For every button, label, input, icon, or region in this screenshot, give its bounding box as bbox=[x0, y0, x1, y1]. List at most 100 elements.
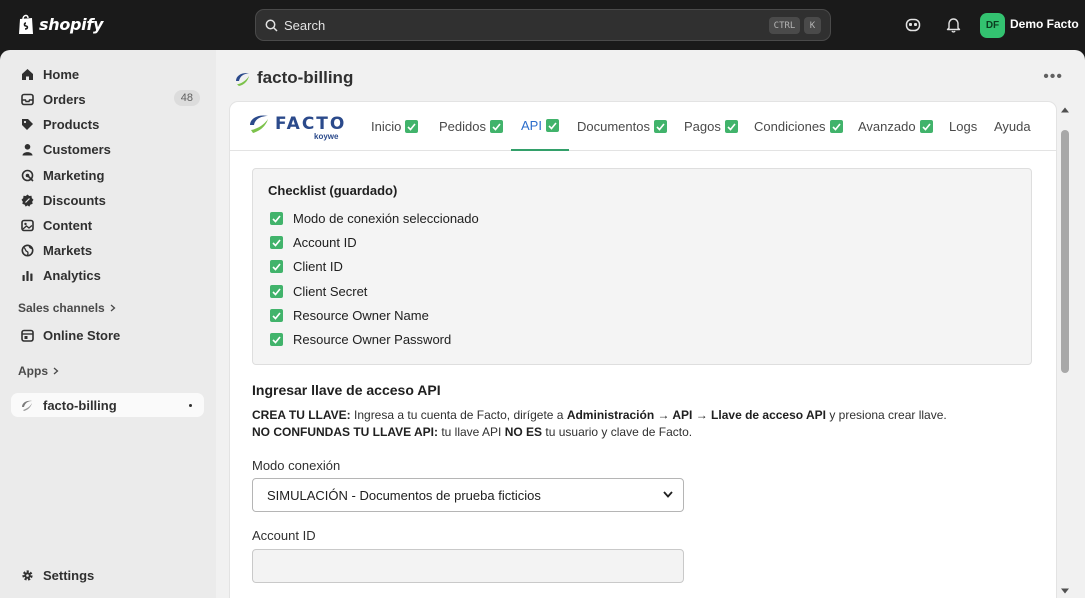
sidebar-item-label: Content bbox=[43, 217, 93, 233]
checkbox-checked-icon bbox=[270, 236, 283, 249]
sidebar-item-label: Home bbox=[43, 66, 80, 82]
koywe-wordmark: koywe bbox=[314, 132, 339, 141]
sidebar-item-facto-billing[interactable]: facto-billing bbox=[11, 393, 204, 417]
sidebar: Home Orders 48 Products Customers Market… bbox=[0, 50, 216, 598]
active-dot bbox=[189, 404, 192, 407]
checklist-item: Resource Owner Password bbox=[270, 332, 451, 347]
scroll-down-arrow-icon[interactable] bbox=[1061, 587, 1069, 595]
app-header: facto-billing bbox=[234, 68, 353, 88]
checkbox-checked-icon bbox=[489, 120, 503, 133]
sidebar-item-label: Customers bbox=[43, 141, 111, 157]
facto-app-icon bbox=[20, 398, 34, 412]
tab-condiciones[interactable]: Condiciones bbox=[754, 102, 843, 151]
tab-documentos[interactable]: Documentos bbox=[577, 102, 667, 151]
main-content: facto-billing ••• FACTO koywe Inicio Ped… bbox=[216, 50, 1085, 598]
more-actions-icon[interactable]: ••• bbox=[1043, 68, 1063, 86]
api-section-title: Ingresar llave de acceso API bbox=[252, 382, 441, 398]
api-instructions-line-2: NO CONFUNDAS TU LLAVE API: tu llave API … bbox=[252, 425, 693, 439]
facto-app-icon bbox=[236, 72, 249, 86]
orders-icon bbox=[20, 92, 34, 106]
apps-header[interactable]: Apps bbox=[18, 364, 59, 378]
tag-icon bbox=[20, 117, 34, 131]
checkbox-checked-icon bbox=[545, 119, 559, 132]
tab-ayuda[interactable]: Ayuda bbox=[994, 102, 1031, 151]
checklist-item: Resource Owner Name bbox=[270, 308, 429, 323]
tab-pagos[interactable]: Pagos bbox=[684, 102, 738, 151]
shortcut-ctrl-key: CTRL bbox=[769, 17, 800, 34]
sidebar-item-label: Analytics bbox=[43, 267, 101, 283]
store-name: Demo Facto bbox=[1010, 16, 1079, 31]
sidebar-item-marketing[interactable]: Marketing bbox=[11, 163, 204, 187]
tab-inicio[interactable]: Inicio bbox=[371, 102, 419, 151]
tab-logs[interactable]: Logs bbox=[949, 102, 977, 151]
shopify-bag-icon bbox=[19, 14, 33, 34]
connection-mode-select[interactable]: SIMULACIÓN - Documentos de prueba fictic… bbox=[252, 478, 684, 512]
avatar: DF bbox=[980, 13, 1005, 38]
shopify-wordmark: shopify bbox=[39, 14, 104, 34]
sidebar-item-label: Products bbox=[43, 116, 100, 132]
store-icon bbox=[20, 328, 34, 342]
sidebar-item-label: facto-billing bbox=[43, 397, 117, 413]
checkbox-checked-icon bbox=[724, 120, 738, 133]
checkbox-checked-icon bbox=[270, 260, 283, 273]
checkbox-checked-icon bbox=[270, 309, 283, 322]
checkbox-checked-icon bbox=[405, 120, 419, 133]
checkbox-checked-icon bbox=[270, 285, 283, 298]
page-title: facto-billing bbox=[257, 68, 354, 87]
checklist-title: Checklist (guardado) bbox=[268, 183, 398, 198]
checklist-item: Account ID bbox=[270, 235, 357, 250]
checklist-item: Client Secret bbox=[270, 284, 367, 299]
checkbox-checked-icon bbox=[270, 212, 283, 225]
search-icon bbox=[265, 19, 278, 32]
account-menu[interactable]: DF Demo Facto bbox=[980, 13, 1079, 38]
sidebar-item-settings[interactable]: Settings bbox=[11, 563, 204, 587]
target-icon bbox=[20, 168, 34, 182]
search-bar[interactable]: Search CTRL K bbox=[255, 9, 831, 41]
sidebar-item-discounts[interactable]: Discounts bbox=[11, 188, 204, 212]
checklist-card: Checklist (guardado) Modo de conexión se… bbox=[252, 168, 1032, 365]
checkbox-checked-icon bbox=[829, 120, 843, 133]
chevron-right-icon bbox=[53, 367, 59, 375]
sidebar-item-label: Orders bbox=[43, 91, 86, 107]
account-id-label: Account ID bbox=[252, 528, 316, 543]
sidebar-item-analytics[interactable]: Analytics bbox=[11, 263, 204, 287]
facto-wordmark: FACTO bbox=[275, 114, 347, 134]
sidebar-item-label: Marketing bbox=[43, 167, 105, 183]
chevron-down-icon bbox=[663, 491, 673, 498]
scrollbar-thumb[interactable] bbox=[1061, 130, 1069, 373]
checkbox-checked-icon bbox=[270, 333, 283, 346]
tab-pedidos[interactable]: Pedidos bbox=[439, 102, 503, 151]
search-placeholder: Search bbox=[284, 17, 326, 33]
top-bar: shopify Search CTRL K DF Demo Facto bbox=[0, 0, 1085, 50]
sidebar-item-label: Discounts bbox=[43, 192, 106, 208]
sidebar-item-orders[interactable]: Orders 48 bbox=[11, 87, 204, 111]
image-icon bbox=[20, 218, 34, 232]
sidebar-item-customers[interactable]: Customers bbox=[11, 137, 204, 161]
chart-icon bbox=[20, 268, 34, 282]
checkbox-checked-icon bbox=[919, 120, 933, 133]
discount-icon bbox=[20, 193, 34, 207]
chevron-right-icon bbox=[110, 304, 116, 312]
sidebar-item-home[interactable]: Home bbox=[11, 62, 204, 86]
sidebar-item-markets[interactable]: Markets bbox=[11, 238, 204, 262]
sidebar-item-content[interactable]: Content bbox=[11, 213, 204, 237]
app-frame: FACTO koywe Inicio Pedidos API Documento… bbox=[230, 102, 1056, 598]
home-icon bbox=[20, 67, 34, 81]
shopify-logo[interactable]: shopify bbox=[17, 13, 103, 35]
tab-api[interactable]: API bbox=[511, 102, 569, 151]
api-instructions-line-1: CREA TU LLAVE: Ingresa a tu cuenta de Fa… bbox=[252, 408, 947, 422]
sidebar-item-online-store[interactable]: Online Store bbox=[11, 323, 204, 347]
person-icon bbox=[20, 142, 34, 156]
sidekick-icon[interactable] bbox=[903, 15, 923, 35]
gear-icon bbox=[20, 568, 34, 582]
scroll-up-arrow-icon[interactable] bbox=[1061, 106, 1069, 114]
bell-icon[interactable] bbox=[943, 15, 963, 35]
tab-bar: FACTO koywe Inicio Pedidos API Documento… bbox=[230, 102, 1056, 151]
orders-count-badge: 48 bbox=[173, 90, 200, 106]
account-id-field[interactable] bbox=[252, 549, 684, 583]
checkbox-checked-icon bbox=[653, 120, 667, 133]
tab-avanzado[interactable]: Avanzado bbox=[858, 102, 933, 151]
sales-channels-header[interactable]: Sales channels bbox=[18, 301, 116, 315]
facto-swoosh-icon bbox=[250, 115, 268, 133]
sidebar-item-products[interactable]: Products bbox=[11, 112, 204, 136]
